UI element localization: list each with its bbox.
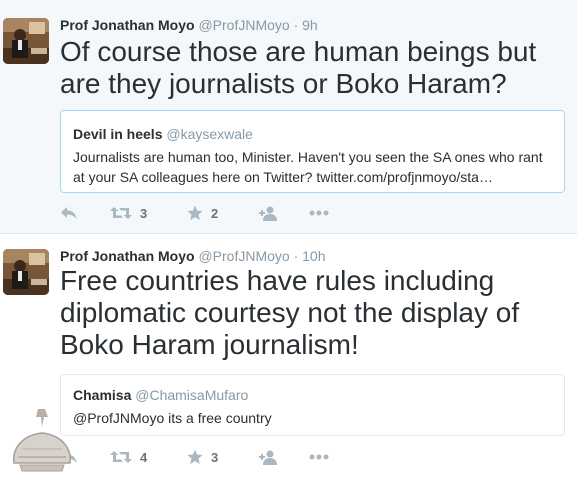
follow-icon bbox=[259, 206, 277, 221]
quoted-tweet-text: Journalists are human too, Minister. Hav… bbox=[73, 149, 543, 185]
separator: · bbox=[293, 17, 299, 33]
reply-icon bbox=[61, 207, 77, 219]
reply-button[interactable] bbox=[60, 206, 110, 220]
retweet-icon bbox=[110, 451, 132, 463]
more-button[interactable] bbox=[309, 454, 329, 460]
author-handle[interactable]: @ProfJNMoyo bbox=[198, 248, 289, 264]
retweet-icon bbox=[110, 207, 132, 219]
tweet-actions: 4 3 bbox=[60, 447, 329, 467]
avatar[interactable] bbox=[3, 18, 49, 64]
quoted-author-name: Devil in heels bbox=[73, 126, 163, 142]
author-handle[interactable]: @ProfJNMoyo bbox=[198, 17, 289, 33]
follow-button[interactable] bbox=[259, 450, 309, 465]
avatar[interactable] bbox=[3, 249, 49, 295]
author-name[interactable]: Prof Jonathan Moyo bbox=[60, 17, 195, 33]
tweet-text: Free countries have rules including dipl… bbox=[60, 265, 520, 360]
favorite-button[interactable]: 3 bbox=[187, 449, 259, 465]
more-button[interactable] bbox=[309, 210, 329, 216]
separator: · bbox=[293, 248, 299, 264]
author-name[interactable]: Prof Jonathan Moyo bbox=[60, 248, 195, 264]
retweet-count: 3 bbox=[140, 205, 148, 221]
retweet-button[interactable]: 3 bbox=[110, 206, 187, 221]
more-icon bbox=[309, 210, 329, 216]
favorite-count: 3 bbox=[211, 449, 219, 465]
retweet-button[interactable]: 4 bbox=[110, 450, 187, 465]
watermark-emblem bbox=[8, 405, 76, 475]
quoted-tweet-text: @ProfJNMoyo its a free country bbox=[73, 410, 272, 426]
star-icon bbox=[187, 449, 203, 464]
star-icon bbox=[187, 205, 203, 220]
quoted-author-handle: @kaysexwale bbox=[166, 126, 253, 142]
tweet-header: Prof Jonathan Moyo @ProfJNMoyo · 9h bbox=[60, 17, 318, 33]
quoted-author-name: Chamisa bbox=[73, 387, 132, 403]
tweet[interactable]: Prof Jonathan Moyo @ProfJNMoyo · 10h Fre… bbox=[0, 234, 577, 477]
tweet-text: Of course those are human beings but are… bbox=[60, 36, 537, 99]
favorite-count: 2 bbox=[211, 205, 219, 221]
timestamp[interactable]: 9h bbox=[302, 17, 318, 33]
timestamp[interactable]: 10h bbox=[302, 248, 325, 264]
tweet-actions: 3 2 bbox=[60, 203, 329, 223]
quoted-tweet[interactable]: Chamisa @ChamisaMufaro @ProfJNMoyo its a… bbox=[60, 374, 565, 436]
quoted-tweet[interactable]: Devil in heels @kaysexwale Journalists a… bbox=[60, 110, 565, 193]
favorite-button[interactable]: 2 bbox=[187, 205, 259, 221]
follow-icon bbox=[259, 450, 277, 465]
follow-button[interactable] bbox=[259, 206, 309, 221]
quoted-author-handle: @ChamisaMufaro bbox=[135, 387, 249, 403]
tweet[interactable]: Prof Jonathan Moyo @ProfJNMoyo · 9h Of c… bbox=[0, 0, 577, 234]
more-icon bbox=[309, 454, 329, 460]
tweet-header: Prof Jonathan Moyo @ProfJNMoyo · 10h bbox=[60, 248, 326, 264]
retweet-count: 4 bbox=[140, 449, 148, 465]
